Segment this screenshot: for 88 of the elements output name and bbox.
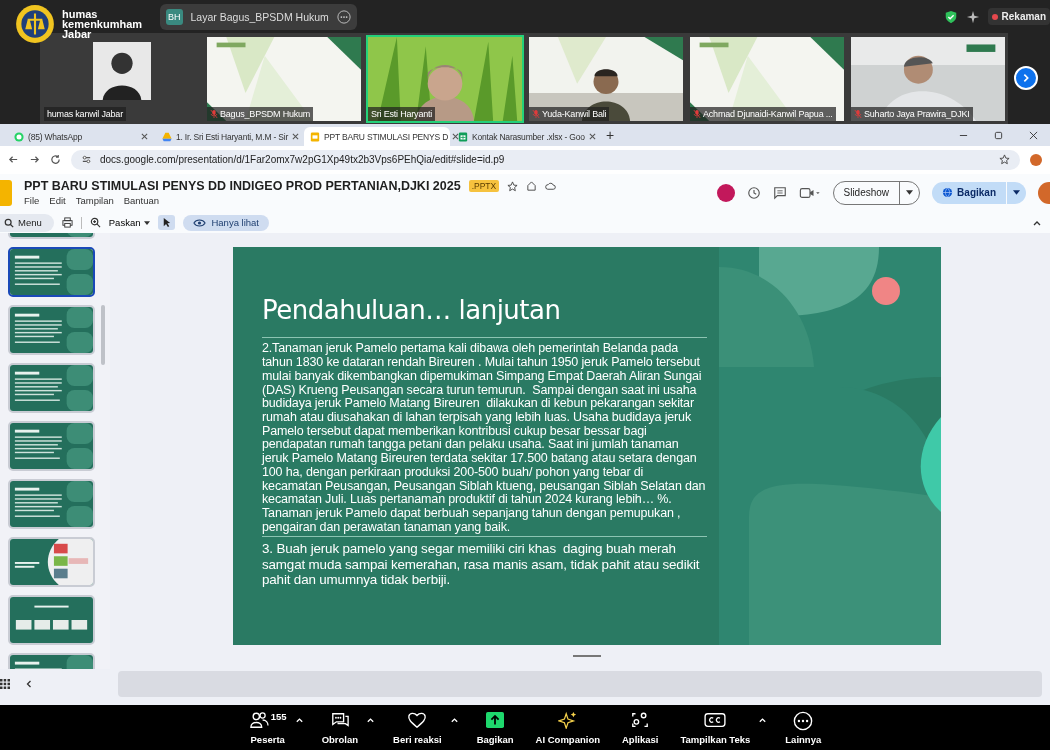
caret-icon[interactable] — [449, 716, 459, 723]
slide-paragraph: 2.Tanaman jeruk Pamelo pertama kali dibawa oleh pemerintah Belanda pada tahun 1830 ke dataran rendah Bireuren . Mulai tahun 1950 jeruk Pamelo tersebut mulai banyak dikembangkan dipemukiman Simpang Empat Daerah Aliran Sungai (DAS) Krueng Peusangan secara turun temurun. Sampai dengan saat ini usaha budidaya jeruk Pamelo Matang Bireuren dilakukan di kebun pekarangan sekitar rumah atau diusahakan di lahan terpisah yang lebih luas. Usaha budidaya jeruk Pamelo tersebut dapat memberikan kontribusi cukup besar bessar bagi pendapatan rumah tangga petani dan pelaku usaha. Saat ini jumlah tanaman jeruk Pamelo Matang Bireuren terdata sekitar 17.500 batang atau setara dengan 100 ha, dengan perkiraan produksi 200-500 buah/ pohon yang tebar di kecamatan Peusangan, Peusangan Siblah ktueng, peusangan Siblah Selatan dan kecamatan Juli. Luas pertanaman produktif di tahun 2024 kurang lebih… %. Tanaman jeruk Pamelo dapat berbuah sepanjang tahun dengan pemupukan , pengairan dan perawatan tanaman yang baik. — [262, 342, 707, 535]
toolbar-button[interactable]: Lainnya — [781, 710, 826, 745]
menu-search-field[interactable]: Menu — [0, 213, 54, 232]
caret-icon[interactable] — [758, 716, 768, 723]
recording-indicator[interactable]: Rekaman — [987, 8, 1050, 25]
emblem-icon — [14, 3, 56, 45]
site-info-icon[interactable] — [81, 154, 92, 166]
browser-tab[interactable]: 1. Ir. Sri Esti Haryanti, M.M - Sir — [156, 127, 302, 147]
video-camera-icon[interactable] — [798, 185, 821, 200]
eye-icon — [193, 218, 207, 227]
menu-item[interactable]: Tampilan — [75, 195, 114, 207]
select-tool-button[interactable] — [158, 215, 176, 231]
file-type-badge: .PPTX — [468, 180, 500, 193]
close-icon[interactable] — [141, 133, 148, 141]
shared-screen-label: Layar Bagus_BPSDM Hukum — [190, 10, 329, 23]
reload-icon[interactable] — [50, 154, 61, 166]
spreadsheet-icon — [458, 131, 468, 142]
caret-icon — [1013, 190, 1020, 196]
close-icon[interactable] — [292, 133, 300, 141]
apps-icon — [630, 710, 651, 729]
shield-icon[interactable] — [943, 9, 958, 24]
browser-tab[interactable]: Kontak Narasumber .xlsx - Goo — [452, 127, 598, 147]
avatar-icon — [93, 41, 151, 100]
video-tile[interactable]: Suharto Jaya Prawira_DJKI — [849, 34, 1007, 123]
grid-view-icon[interactable] — [0, 679, 10, 690]
menu-item[interactable]: File — [24, 195, 40, 207]
slide-title: Pendahuluan… lanjutan — [262, 295, 562, 326]
caret-icon[interactable] — [366, 716, 376, 723]
caret-icon[interactable] — [294, 716, 304, 723]
slides-icon — [310, 131, 320, 142]
account-avatar[interactable] — [1038, 181, 1050, 204]
participant-name: humas kanwil Jabar — [44, 106, 126, 121]
zoom-dropdown[interactable]: Paskan — [108, 217, 151, 229]
address-bar[interactable]: docs.google.com/presentation/d/1Far2omx7w2pG1Xp49tx2b3Vps6PEhQia/edit#slide=id.p9 — [71, 149, 1020, 170]
toolbar-button[interactable]: Beri reaksi — [389, 710, 446, 745]
caret-icon — [906, 190, 914, 196]
profile-avatar[interactable] — [1030, 153, 1042, 166]
slide-thumbnail[interactable] — [8, 247, 95, 298]
globe-icon — [942, 187, 954, 199]
cloud-icon[interactable] — [545, 180, 557, 192]
shared-screen-tab[interactable]: BH Layar Bagus_BPSDM Hukum — [160, 3, 357, 30]
browser-tab[interactable]: (85) WhatsApp — [8, 127, 154, 147]
more-icon[interactable] — [336, 9, 351, 24]
heart-icon — [407, 710, 428, 729]
toolbar-button[interactable]: Bagikan — [472, 710, 518, 745]
chat-bubble-icon — [14, 131, 24, 142]
menu-item[interactable]: Bantuan — [123, 195, 160, 207]
close-icon[interactable] — [588, 133, 596, 141]
sparkle-icon — [557, 710, 578, 729]
toolbar-button[interactable]: Obrolan — [317, 710, 363, 745]
chevron-right-icon — [1021, 73, 1031, 83]
search-icon — [4, 217, 14, 228]
document-title[interactable]: PPT BARU STIMULASI PENYS DD INDIGEO PROD PERTANIAN,DJKI 2025 — [24, 179, 461, 194]
initials-badge: BH — [166, 8, 183, 25]
toolbar-button[interactable]: 155 Peserta — [244, 710, 291, 745]
video-tile[interactable]: Achmad Djunaidi-Kanwil Papua ... — [688, 34, 846, 123]
video-tile[interactable]: Bagus_BPSDM Hukum — [205, 34, 363, 123]
cursor-icon — [161, 217, 173, 229]
next-page-button[interactable] — [1014, 66, 1038, 90]
menu-item[interactable]: Edit — [49, 195, 66, 207]
more-icon — [793, 710, 814, 731]
maximize-icon[interactable] — [994, 130, 1003, 140]
print-icon[interactable] — [61, 217, 73, 229]
star-icon[interactable] — [507, 180, 519, 192]
video-tile[interactable]: Yuda-Kanwil Bali — [527, 34, 685, 123]
close-icon[interactable] — [1029, 130, 1038, 140]
participant-count: 155 — [270, 710, 287, 722]
comment-icon[interactable] — [772, 185, 787, 200]
people-icon — [248, 710, 269, 729]
collaborator-avatar[interactable] — [716, 183, 735, 202]
captions-icon — [704, 710, 727, 729]
video-tile[interactable]: Sri Esti Haryanti — [366, 34, 524, 123]
view-only-button[interactable]: Hanya lihat — [183, 214, 269, 231]
toolbar-button[interactable]: Aplikasi — [618, 710, 663, 745]
collapse-panel-icon[interactable] — [24, 679, 34, 690]
share-screen-icon — [484, 710, 507, 729]
caret-icon — [144, 220, 151, 225]
close-icon[interactable] — [452, 133, 460, 141]
slide-paragraph: 3. Buah jeruk pamelo yang segar memiliki ciri khas daging buah merah samgat muda sampai kemerahan, rasa manis asam, tidak pahit atau sedikit pahit dan umumnya tidak berbiji. — [262, 541, 701, 588]
new-tab-button[interactable]: + — [600, 127, 621, 144]
zoom-icon[interactable] — [89, 217, 101, 229]
bookmark-star-icon[interactable] — [999, 154, 1010, 166]
toolbar-button[interactable]: AI Companion — [531, 710, 604, 745]
triangle-logo-icon — [162, 131, 172, 142]
toolbar-button[interactable]: Tampilkan Teks — [676, 710, 755, 745]
chat-icon — [329, 710, 350, 729]
history-icon[interactable] — [746, 185, 761, 200]
